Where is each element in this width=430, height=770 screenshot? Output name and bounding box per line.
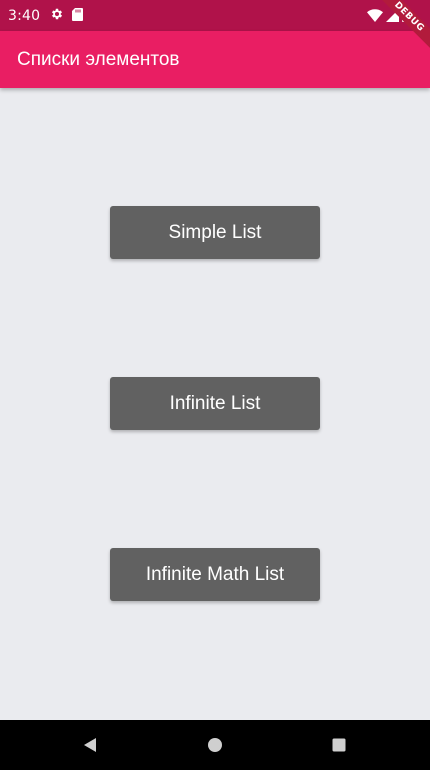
sd-card-icon — [72, 6, 84, 25]
simple-list-button[interactable]: Simple List — [110, 206, 320, 259]
home-icon[interactable] — [205, 735, 225, 755]
infinite-math-list-button[interactable]: Infinite Math List — [110, 548, 320, 601]
wifi-icon — [367, 7, 383, 26]
navigation-bar — [0, 720, 430, 770]
status-time: 3:40 — [8, 7, 41, 24]
gear-icon — [50, 6, 64, 25]
status-bar: 3:40 — [0, 0, 430, 31]
status-icons-left — [50, 6, 84, 25]
app-title: Списки элементов — [17, 48, 180, 70]
recents-icon[interactable] — [329, 735, 349, 755]
phone-screen: 3:40 DEBUG Списки элементов Simple List … — [0, 0, 430, 770]
infinite-list-button[interactable]: Infinite List — [110, 377, 320, 430]
back-icon[interactable] — [80, 735, 100, 755]
app-bar: Списки элементов — [0, 31, 430, 88]
main-content: Simple List Infinite List Infinite Math … — [0, 88, 430, 720]
